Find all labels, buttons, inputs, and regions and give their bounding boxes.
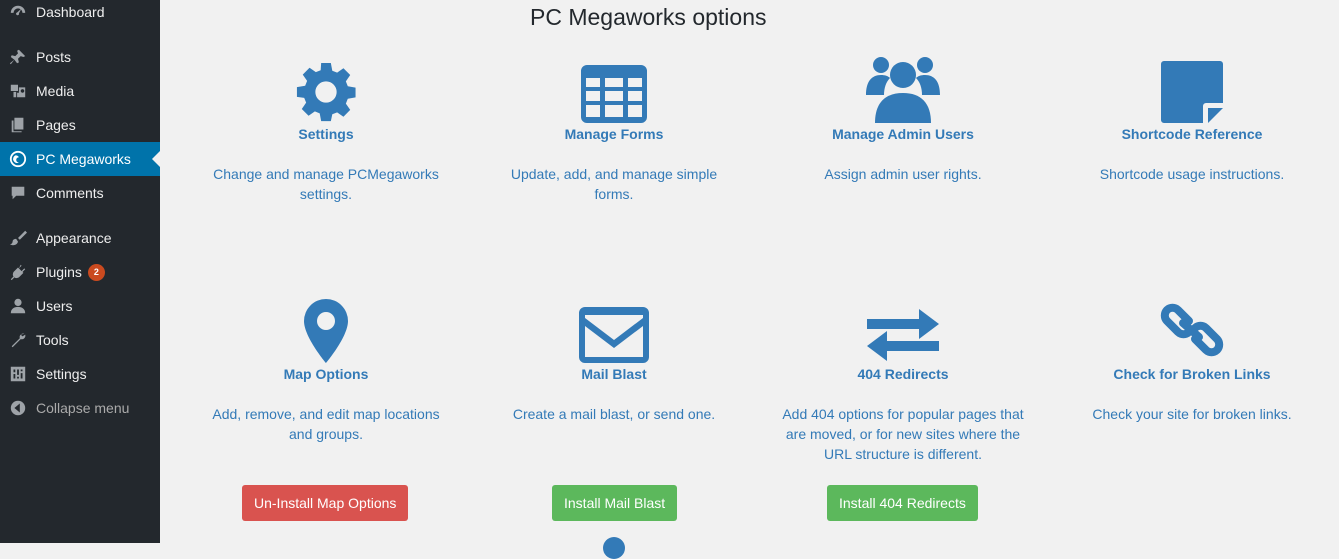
card-title-mail-blast[interactable]: Mail Blast: [484, 366, 744, 382]
sidebar-item-label: Dashboard: [36, 4, 105, 20]
collapse-menu-button[interactable]: Collapse menu: [0, 391, 160, 425]
map-marker-icon: [196, 297, 456, 363]
card-title-404-redirects[interactable]: 404 Redirects: [773, 366, 1033, 382]
card-description: Shortcode usage instructions.: [1099, 166, 1285, 182]
sidebar-item-label: Tools: [36, 332, 69, 348]
card-description: Update, add, and manage simple forms.: [510, 166, 718, 202]
card-mail-blast: Mail Blast Create a mail blast, or send …: [484, 297, 744, 424]
media-icon: [8, 81, 28, 101]
sidebar-item-label: Settings: [36, 366, 87, 382]
card-settings: Settings Change and manage PCMegaworks s…: [196, 57, 456, 204]
exchange-arrows-icon: [773, 297, 1033, 363]
gear-icon: [196, 57, 456, 123]
card-404-redirects: 404 Redirects Add 404 options for popula…: [773, 297, 1033, 464]
sticky-note-icon: [1062, 57, 1322, 123]
sidebar-item-media[interactable]: Media: [0, 74, 160, 108]
envelope-icon: [484, 297, 744, 363]
card-manage-forms: Manage Forms Update, add, and manage sim…: [484, 57, 744, 204]
sidebar-item-label: Pages: [36, 117, 76, 133]
table-icon: [484, 57, 744, 123]
install-mail-blast-button[interactable]: Install Mail Blast: [552, 485, 678, 521]
sidebar-item-pc-megaworks[interactable]: PC Megaworks: [0, 142, 160, 176]
card-title-shortcode-reference[interactable]: Shortcode Reference: [1062, 126, 1322, 142]
sidebar-item-plugins[interactable]: Plugins 2: [0, 255, 160, 289]
sidebar-item-label: Users: [36, 298, 73, 314]
dashboard-icon: [8, 2, 28, 22]
plugin-icon: [8, 262, 28, 282]
page-title: PC Megaworks options: [530, 4, 767, 30]
card-description: Assign admin user rights.: [824, 166, 982, 182]
sidebar-item-label: Plugins: [36, 264, 82, 280]
sidebar-item-appearance[interactable]: Appearance: [0, 221, 160, 255]
settings-sliders-icon: [8, 364, 28, 384]
collapse-icon: [8, 398, 28, 418]
card-title-map-options[interactable]: Map Options: [196, 366, 456, 382]
pages-icon: [8, 115, 28, 135]
users-icon: [773, 57, 1033, 123]
card-description: Add, remove, and edit map locations and …: [212, 406, 440, 442]
pin-icon: [8, 47, 28, 67]
sidebar-item-label: Media: [36, 83, 75, 99]
card-description: Check your site for broken links.: [1092, 406, 1292, 422]
pc-megaworks-icon: [8, 149, 28, 169]
plugin-update-count-badge: 2: [87, 263, 105, 281]
sidebar-item-users[interactable]: Users: [0, 289, 160, 323]
card-manage-admin-users: Manage Admin Users Assign admin user rig…: [773, 57, 1033, 184]
sidebar-item-label: Posts: [36, 49, 72, 65]
sidebar-item-tools[interactable]: Tools: [0, 323, 160, 357]
card-title-settings[interactable]: Settings: [196, 126, 456, 142]
sidebar-item-dashboard[interactable]: Dashboard: [0, 0, 160, 29]
wrench-icon: [8, 330, 28, 350]
sidebar-item-pages[interactable]: Pages: [0, 108, 160, 142]
sidebar-item-label: PC Megaworks: [36, 151, 131, 167]
comments-icon: [8, 183, 28, 203]
card-description: Create a mail blast, or send one.: [512, 406, 716, 422]
card-shortcode-reference: Shortcode Reference Shortcode usage inst…: [1062, 57, 1322, 184]
sidebar-item-settings[interactable]: Settings: [0, 357, 160, 391]
card-title-manage-admin-users[interactable]: Manage Admin Users: [773, 126, 1033, 142]
card-title-check-broken-links[interactable]: Check for Broken Links: [1062, 366, 1322, 382]
card-description: Add 404 options for popular pages that a…: [782, 406, 1024, 462]
admin-sidebar: Dashboard Posts Media Pages PC Megaworks…: [0, 0, 160, 543]
sidebar-item-comments[interactable]: Comments: [0, 176, 160, 210]
uninstall-map-options-button[interactable]: Un-Install Map Options: [242, 485, 409, 521]
card-title-manage-forms[interactable]: Manage Forms: [484, 126, 744, 142]
sidebar-item-label: Collapse menu: [36, 400, 130, 416]
user-icon: [8, 296, 28, 316]
sidebar-item-label: Comments: [36, 185, 104, 201]
card-check-broken-links: Check for Broken Links Check your site f…: [1062, 297, 1322, 424]
partial-next-row-icon: [603, 537, 625, 559]
card-map-options: Map Options Add, remove, and edit map lo…: [196, 297, 456, 444]
install-404-redirects-button[interactable]: Install 404 Redirects: [827, 485, 978, 521]
sidebar-item-label: Appearance: [36, 230, 112, 246]
chain-link-icon: [1062, 297, 1322, 363]
brush-icon: [8, 228, 28, 248]
sidebar-item-posts[interactable]: Posts: [0, 40, 160, 74]
card-description: Change and manage PCMegaworks settings.: [213, 166, 439, 202]
